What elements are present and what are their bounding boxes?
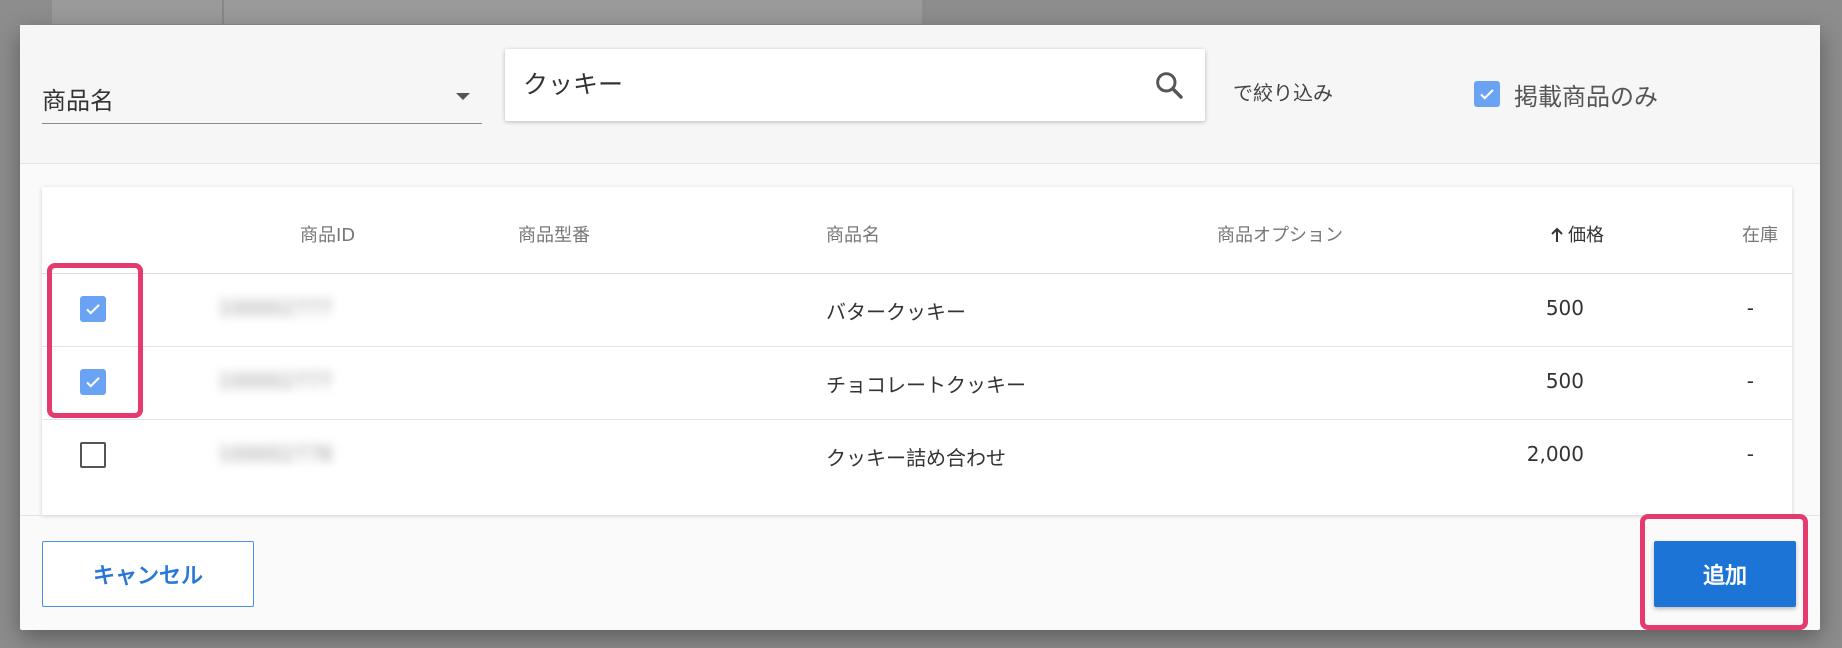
column-header-price[interactable]: 価格 <box>1550 221 1604 247</box>
cell-product-id: 100002777 <box>218 369 333 393</box>
column-header-stock[interactable]: 在庫 <box>1742 221 1778 247</box>
column-header-price-label: 価格 <box>1568 225 1604 246</box>
only-listed-label: 掲載商品のみ <box>1514 82 1658 111</box>
table-row[interactable]: 100002777 チョコレートクッキー 500 - <box>42 347 1792 420</box>
filter-field-select[interactable]: 商品名 <box>42 77 482 124</box>
cell-price: 2,000 <box>1526 442 1584 466</box>
checkbox-checked-icon <box>1474 81 1500 107</box>
table-row[interactable]: 100002778 クッキー詰め合わせ 2,000 - <box>42 420 1792 492</box>
cell-product-name: バタークッキー <box>826 300 966 324</box>
column-header-model[interactable]: 商品型番 <box>518 221 590 247</box>
only-listed-checkbox[interactable]: 掲載商品のみ <box>1474 77 1658 111</box>
cell-stock: - <box>1746 296 1754 320</box>
column-header-name[interactable]: 商品名 <box>826 221 880 247</box>
search-box <box>505 49 1205 121</box>
column-header-option[interactable]: 商品オプション <box>1217 221 1343 247</box>
highlight-checked-rows <box>47 263 143 418</box>
filter-bar: 商品名 で絞り込み 掲載商品のみ <box>20 25 1820 164</box>
caret-down-icon <box>456 93 470 100</box>
dialog-footer: キャンセル 追加 <box>20 515 1820 631</box>
cell-product-name: クッキー詰め合わせ <box>826 446 1006 470</box>
sort-arrow-up-icon <box>1551 227 1563 242</box>
cell-product-id: 100002777 <box>218 296 333 320</box>
table-header: 商品ID 商品型番 商品名 商品オプション 価格 在庫 <box>42 187 1792 274</box>
cell-stock: - <box>1746 369 1754 393</box>
table-row[interactable]: 100002777 バタークッキー 500 - <box>42 274 1792 347</box>
cell-product-name: チョコレートクッキー <box>826 373 1026 397</box>
column-header-id[interactable]: 商品ID <box>300 221 355 247</box>
product-table: 商品ID 商品型番 商品名 商品オプション 価格 在庫 100002777 バタ… <box>42 187 1792 515</box>
highlight-add-button <box>1640 514 1808 630</box>
cell-stock: - <box>1746 442 1754 466</box>
cell-price: 500 <box>1545 369 1584 393</box>
search-input[interactable] <box>523 63 1123 103</box>
filter-field-label: 商品名 <box>42 87 114 115</box>
cell-product-id: 100002778 <box>218 442 333 466</box>
background-app <box>52 0 922 24</box>
row-checkbox[interactable] <box>80 442 106 468</box>
product-picker-dialog: 商品名 で絞り込み 掲載商品のみ 商品ID 商品型番 商品名 商品オプション <box>20 25 1820 630</box>
cell-price: 500 <box>1545 296 1584 320</box>
filter-suffix-text: で絞り込み <box>1233 81 1333 105</box>
search-icon[interactable] <box>1153 69 1185 101</box>
cancel-button[interactable]: キャンセル <box>42 541 254 607</box>
